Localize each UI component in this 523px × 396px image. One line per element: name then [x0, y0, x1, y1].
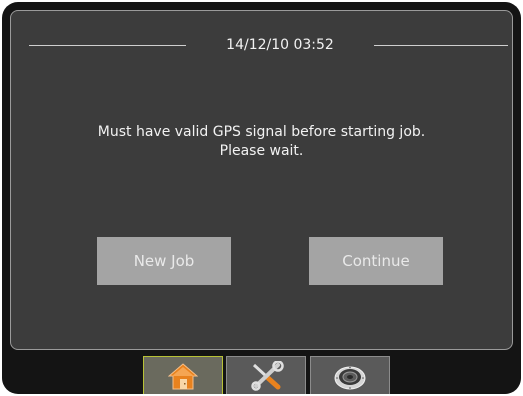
message-line-2: Please wait. [219, 143, 304, 159]
tab-home[interactable] [143, 356, 223, 394]
device-bezel: 14/12/10 03:52 Must have valid GPS signa… [2, 2, 521, 394]
tab-tools[interactable] [226, 356, 306, 394]
header-divider-right [374, 45, 508, 46]
continue-button[interactable]: Continue [309, 237, 443, 285]
gps-warning-message: Must have valid GPS signal before starti… [11, 123, 512, 161]
new-job-button[interactable]: New Job [97, 237, 231, 285]
bottom-tab-bar [2, 352, 521, 394]
tools-icon [248, 361, 284, 391]
tab-gps[interactable] [310, 356, 390, 394]
gps-antenna-icon [332, 361, 368, 391]
header-divider-left [29, 45, 186, 46]
home-icon [168, 362, 198, 390]
datetime-label: 14/12/10 03:52 [226, 37, 334, 53]
message-line-1: Must have valid GPS signal before starti… [97, 124, 426, 140]
main-screen: 14/12/10 03:52 Must have valid GPS signa… [10, 10, 513, 350]
